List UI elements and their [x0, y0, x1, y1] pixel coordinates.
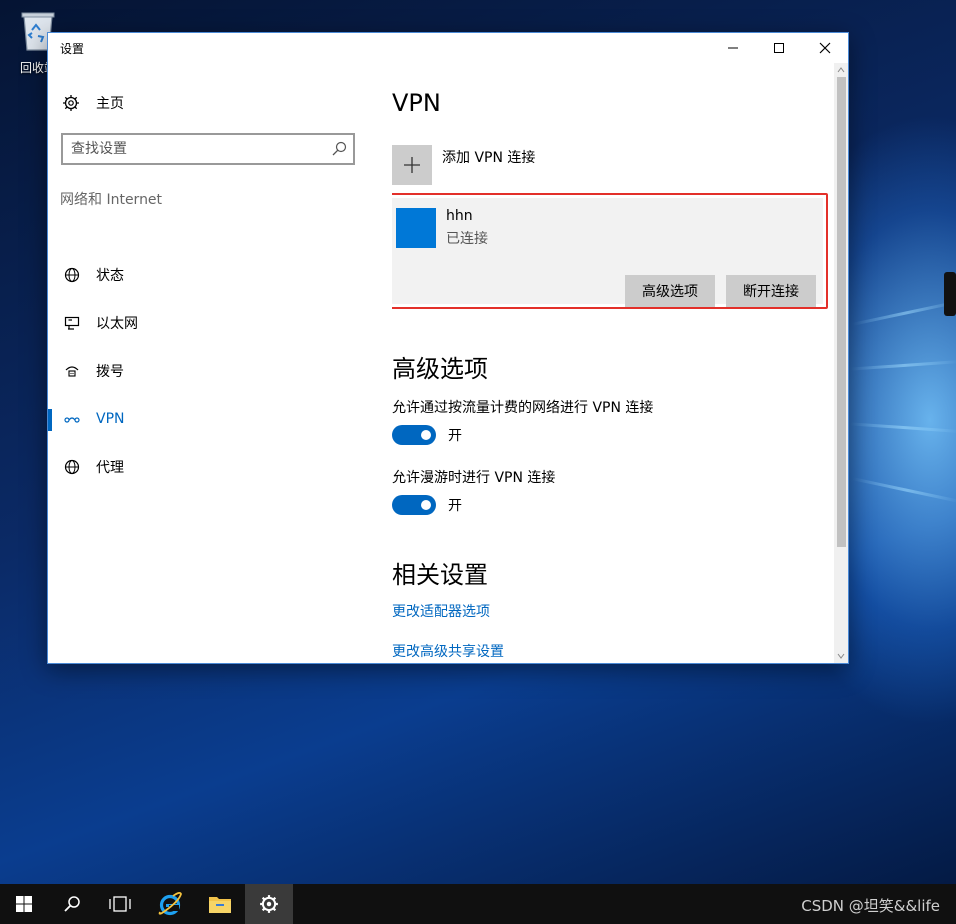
side-handle: [944, 272, 956, 316]
vpn-connection-tile-icon: [396, 208, 436, 248]
nav-item-label: 状态: [96, 268, 124, 284]
metered-toggle-row[interactable]: 开: [392, 425, 462, 445]
minimize-button[interactable]: [710, 33, 756, 63]
content-scrollbar[interactable]: [834, 63, 848, 663]
vpn-icon: [64, 417, 80, 423]
roaming-toggle-state: 开: [448, 498, 462, 514]
file-explorer-button[interactable]: [196, 884, 244, 924]
vpn-page: VPN 添加 VPN 连接 hhn 已连接 高级选项 断开连接 高级选项 允许通…: [392, 63, 832, 663]
nav-home[interactable]: 主页: [62, 91, 124, 115]
metered-toggle-state: 开: [448, 428, 462, 444]
nav-item-label: VPN: [96, 411, 125, 427]
chevron-down-icon: [837, 653, 845, 659]
add-vpn-tile: [392, 145, 432, 185]
wallpaper-light-beam: [850, 422, 956, 433]
sharing-settings-link[interactable]: 更改高级共享设置: [392, 641, 504, 661]
settings-taskbar-button[interactable]: [245, 884, 293, 924]
metered-option-label: 允许通过按流量计费的网络进行 VPN 连接: [392, 400, 654, 416]
internet-explorer-icon: [158, 891, 182, 916]
nav-item-dialup[interactable]: 拨号: [48, 351, 378, 391]
chevron-up-icon: [837, 67, 845, 73]
scroll-down-button[interactable]: [834, 649, 848, 663]
window-title: 设置: [60, 42, 85, 56]
advanced-options-heading: 高级选项: [392, 355, 488, 383]
maximize-icon: [774, 43, 784, 53]
page-title: VPN: [392, 89, 441, 117]
roaming-toggle-row[interactable]: 开: [392, 495, 462, 515]
task-view-button[interactable]: [96, 884, 144, 924]
search-icon[interactable]: [331, 141, 347, 157]
add-vpn-button[interactable]: 添加 VPN 连接: [392, 145, 535, 185]
globe-status-icon: [64, 267, 80, 283]
vpn-connection-panel: hhn 已连接 高级选项 断开连接: [392, 198, 823, 307]
nav-item-ethernet[interactable]: 以太网: [48, 303, 378, 343]
roaming-option-label: 允许漫游时进行 VPN 连接: [392, 470, 556, 486]
windows-logo-icon: [16, 896, 32, 912]
nav-item-label: 代理: [96, 460, 124, 476]
vpn-connection-card[interactable]: hhn 已连接 高级选项 断开连接: [392, 193, 828, 309]
vpn-connection-status: 已连接: [446, 231, 488, 247]
metered-toggle[interactable]: [392, 425, 436, 445]
nav-item-status[interactable]: 状态: [48, 255, 378, 295]
wallpaper-light-beam: [852, 300, 956, 326]
folder-icon: [209, 897, 231, 913]
adapter-options-link[interactable]: 更改适配器选项: [392, 601, 490, 621]
nav-item-proxy[interactable]: 代理: [48, 447, 378, 487]
minimize-icon: [728, 47, 738, 49]
close-icon: [819, 42, 831, 54]
nav-item-vpn[interactable]: VPN: [48, 399, 378, 439]
advanced-options-button[interactable]: 高级选项: [625, 275, 715, 307]
toggle-knob: [421, 430, 431, 440]
close-button[interactable]: [802, 33, 848, 63]
dialup-icon: [65, 366, 79, 377]
nav-item-label: 拨号: [96, 364, 124, 380]
settings-nav: 主页 网络和 Internet 状态 以太网: [48, 63, 378, 663]
nav-section-heading: 网络和 Internet: [60, 192, 163, 208]
settings-window: 设置 主页 网络和 Internet: [47, 32, 849, 664]
taskbar: CSDN @坦笑&&life: [0, 884, 956, 924]
gear-icon: [63, 95, 79, 111]
toggle-knob: [421, 500, 431, 510]
search-icon: [64, 896, 80, 912]
internet-explorer-button[interactable]: [146, 884, 194, 924]
plus-icon: [404, 157, 420, 173]
add-vpn-label: 添加 VPN 连接: [442, 150, 536, 166]
related-settings-heading: 相关设置: [392, 561, 488, 589]
ethernet-icon: [64, 316, 80, 330]
nav-home-label: 主页: [96, 96, 124, 112]
gear-icon: [260, 895, 278, 913]
disconnect-button[interactable]: 断开连接: [726, 275, 816, 307]
vpn-connection-name: hhn: [446, 208, 473, 224]
search-input[interactable]: [71, 139, 321, 159]
watermark-text: CSDN @坦笑&&life: [801, 897, 940, 915]
nav-item-label: 以太网: [96, 316, 138, 332]
settings-search[interactable]: [61, 133, 355, 165]
nav-active-indicator: [48, 409, 52, 431]
roaming-toggle[interactable]: [392, 495, 436, 515]
globe-proxy-icon: [64, 459, 80, 475]
taskbar-search-button[interactable]: [48, 884, 96, 924]
start-button[interactable]: [0, 884, 48, 924]
wallpaper-light-beam: [850, 360, 956, 371]
title-bar[interactable]: 设置: [48, 33, 848, 63]
maximize-button[interactable]: [756, 33, 802, 63]
task-view-icon: [109, 896, 131, 912]
scroll-up-button[interactable]: [834, 63, 848, 77]
wallpaper-light-beam: [852, 477, 956, 503]
scroll-thumb[interactable]: [837, 77, 846, 547]
